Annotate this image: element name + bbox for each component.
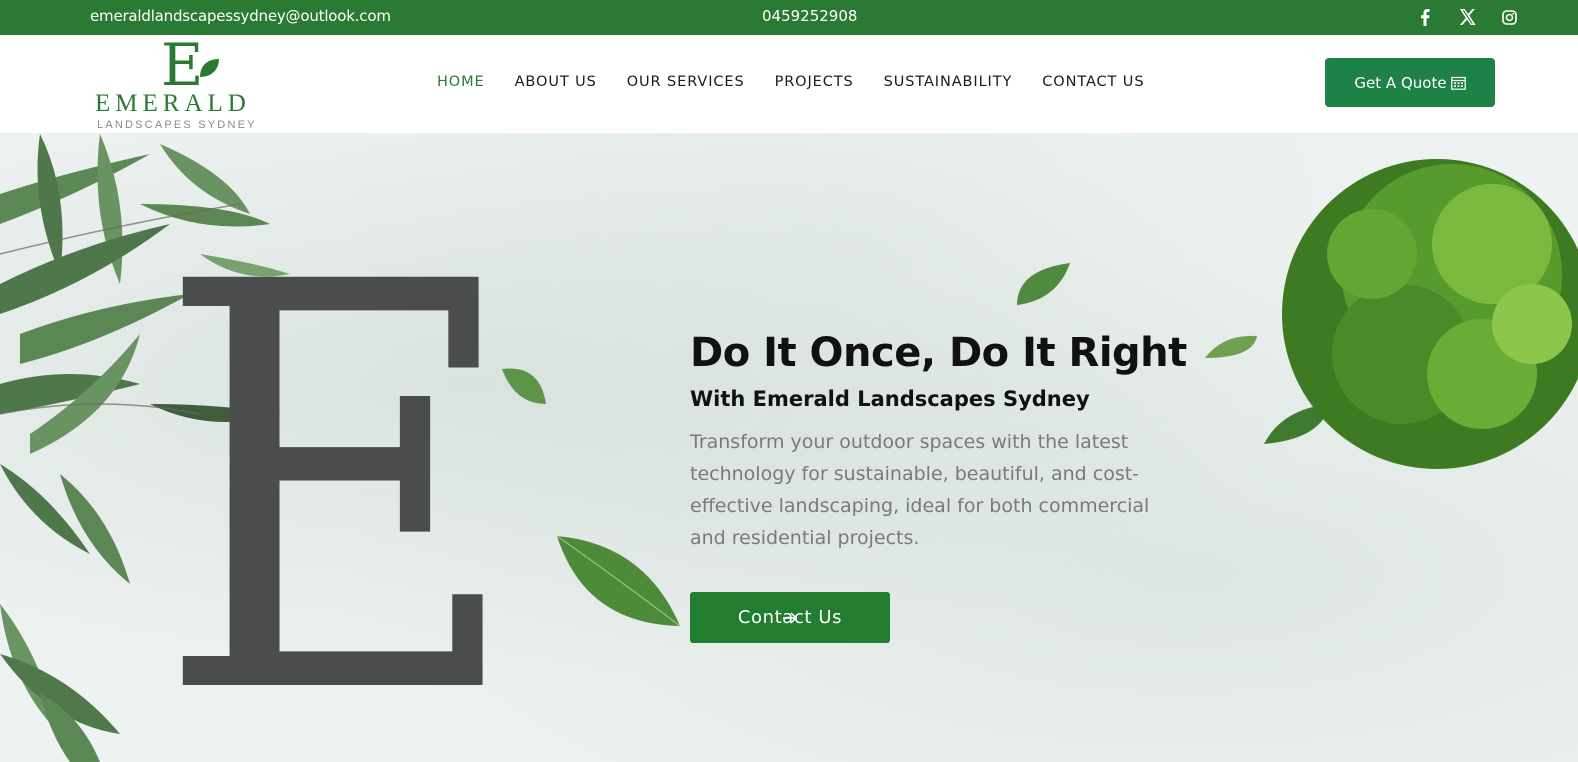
get-a-quote-button[interactable]: Get A Quote xyxy=(1325,58,1495,107)
nav-item-home[interactable]: HOME xyxy=(437,74,485,90)
logo-leaf-icon xyxy=(200,59,219,77)
top-bar: emeraldlandscapessydney@outlook.com 0459… xyxy=(0,0,1578,35)
site-header: E EMERALD LANDSCAPES SYDNEY HOME ABOUT U… xyxy=(0,35,1578,134)
nav-item-contact-us[interactable]: CONTACT US xyxy=(1042,74,1144,90)
facebook-icon[interactable] xyxy=(1414,6,1436,28)
x-icon[interactable] xyxy=(1456,6,1478,28)
arrow-right-icon xyxy=(783,611,798,624)
nav-item-our-services[interactable]: OUR SERVICES xyxy=(627,74,745,90)
contact-email-link[interactable]: emeraldlandscapessydney@outlook.com xyxy=(90,7,391,25)
nav-item-sustainability[interactable]: SUSTAINABILITY xyxy=(884,74,1013,90)
hero-description: Transform your outdoor spaces with the l… xyxy=(690,431,1150,549)
hero-subtitle: With Emerald Landscapes Sydney xyxy=(690,387,1090,411)
logo-mark: E xyxy=(161,31,204,99)
decorative-letter-e: E xyxy=(155,166,523,762)
floating-leaf-image xyxy=(1205,335,1257,358)
logo-tagline: LANDSCAPES SYDNEY xyxy=(97,119,257,131)
topiary-ball-image xyxy=(1282,159,1578,469)
get-a-quote-label: Get A Quote xyxy=(1354,73,1447,92)
contact-phone-link[interactable]: 0459252908 xyxy=(762,7,857,25)
floating-leaf-image xyxy=(1017,263,1070,305)
nav-item-projects[interactable]: PROJECTS xyxy=(775,74,854,90)
calendar-icon xyxy=(1450,76,1466,90)
contact-us-button[interactable]: Contact Us xyxy=(690,592,890,643)
instagram-icon[interactable] xyxy=(1498,6,1520,28)
floating-leaf-image xyxy=(502,368,546,404)
site-logo[interactable]: E EMERALD LANDSCAPES SYDNEY xyxy=(95,35,270,133)
logo-wordmark: EMERALD xyxy=(95,90,251,117)
hero-title: Do It Once, Do It Right xyxy=(690,330,1187,376)
hero-section: E Do It Once, Do It Right With Emerald L… xyxy=(0,134,1578,762)
floating-leaf-image xyxy=(556,535,681,627)
nav-item-about-us[interactable]: ABOUT US xyxy=(515,74,597,90)
main-nav: HOME ABOUT US OUR SERVICES PROJECTS SUST… xyxy=(437,74,1174,90)
